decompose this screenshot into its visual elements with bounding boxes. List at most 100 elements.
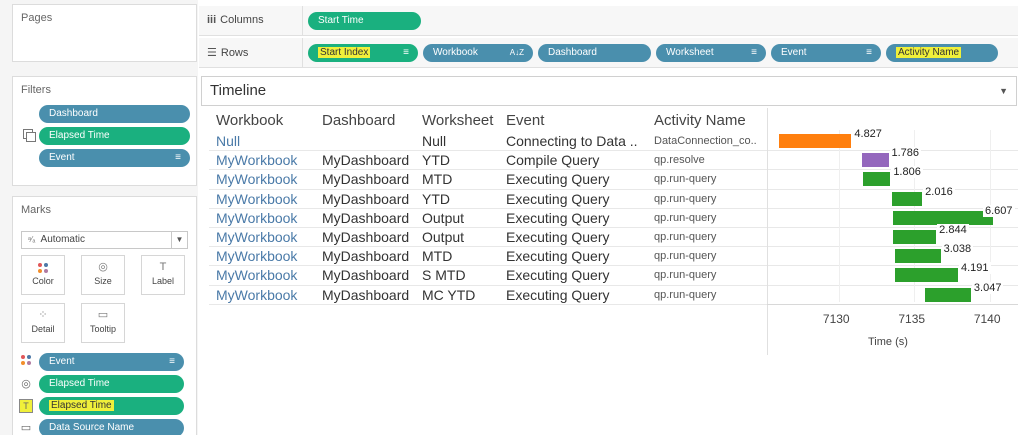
gantt-bar[interactable] xyxy=(924,287,971,302)
gantt-bar[interactable] xyxy=(863,172,891,187)
marks-pill-label: Data Source Name xyxy=(49,422,135,433)
color-button[interactable]: Color xyxy=(21,255,65,295)
viz-view: Timeline ▼ Workbook Dashboard Worksheet … xyxy=(199,74,1018,435)
gantt-bar[interactable] xyxy=(891,191,923,206)
cell-worksheet[interactable]: Null xyxy=(422,133,504,149)
header-worksheet[interactable]: Worksheet xyxy=(422,112,493,129)
cell-dashboard[interactable]: MyDashboard xyxy=(322,248,420,264)
columns-shelf[interactable]: iii Columns Start Time xyxy=(199,6,1018,36)
cell-activity-name[interactable]: qp.run-query xyxy=(654,250,766,262)
cell-worksheet[interactable]: Output xyxy=(422,229,504,245)
cell-workbook[interactable]: MyWorkbook xyxy=(216,152,320,168)
cell-workbook[interactable]: MyWorkbook xyxy=(216,248,320,264)
cell-worksheet[interactable]: MC YTD xyxy=(422,287,504,303)
marks-pill-event[interactable]: Event ≡ xyxy=(39,353,184,371)
cell-worksheet[interactable]: Output xyxy=(422,210,504,226)
cell-worksheet[interactable]: YTD xyxy=(422,152,504,168)
cell-worksheet[interactable]: YTD xyxy=(422,191,504,207)
rows-label-text: Rows xyxy=(220,47,249,59)
rows-pill-workbook[interactable]: Workbook A↓Z xyxy=(423,44,533,62)
cell-worksheet[interactable]: S MTD xyxy=(422,267,504,283)
detail-button[interactable]: ⁘ Detail xyxy=(21,303,65,343)
rows-pill-activity-name[interactable]: Activity Name xyxy=(886,44,998,62)
tooltip-button[interactable]: ▭ Tooltip xyxy=(81,303,125,343)
x-axis-line xyxy=(767,304,1018,305)
bar-value-label: 2.844 xyxy=(937,224,969,236)
sort-icon: ≡ xyxy=(403,47,409,58)
cell-event[interactable]: Executing Query xyxy=(506,229,652,245)
cell-event[interactable]: Executing Query xyxy=(506,210,652,226)
rows-shelf[interactable]: ☰ Rows Start Index ≡ Workbook A↓Z Dashboa… xyxy=(199,38,1018,68)
cell-dashboard[interactable]: MyDashboard xyxy=(322,229,420,245)
gantt-bar[interactable] xyxy=(894,268,958,283)
filter-pill-dashboard[interactable]: Dashboard xyxy=(39,105,190,123)
viz-title-bar[interactable]: Timeline ▼ xyxy=(201,76,1017,106)
cell-workbook[interactable]: MyWorkbook xyxy=(216,191,320,207)
cell-workbook[interactable]: Null xyxy=(216,133,320,149)
marks-pill-elapsed-time-size[interactable]: Elapsed Time xyxy=(39,375,184,393)
cell-dashboard[interactable]: MyDashboard xyxy=(322,152,420,168)
cell-activity-name[interactable]: qp.run-query xyxy=(654,269,766,281)
label-button[interactable]: T Label xyxy=(141,255,185,295)
cell-dashboard[interactable]: MyDashboard xyxy=(322,287,420,303)
rows-pill-start-index[interactable]: Start Index ≡ xyxy=(308,44,418,62)
sort-az-icon: A↓Z xyxy=(509,48,524,57)
cell-workbook[interactable]: MyWorkbook xyxy=(216,287,320,303)
marks-pill-elapsed-time-label[interactable]: Elapsed Time xyxy=(39,397,184,415)
cell-dashboard[interactable]: MyDashboard xyxy=(322,191,420,207)
filter-pill-event[interactable]: Event ≡ xyxy=(39,149,190,167)
filter-pill-elapsed-time[interactable]: Elapsed Time xyxy=(39,127,190,145)
rows-pill-dashboard[interactable]: Dashboard xyxy=(538,44,651,62)
cell-event[interactable]: Executing Query xyxy=(506,267,652,283)
cell-activity-name[interactable]: DataConnection_co.. xyxy=(654,135,766,147)
filters-card[interactable]: Filters Dashboard Elapsed Time Event ≡ xyxy=(12,76,197,186)
shelf-divider xyxy=(302,38,303,68)
cell-activity-name[interactable]: qp.resolve xyxy=(654,154,766,166)
columns-label-text: Columns xyxy=(220,14,264,26)
chevron-down-icon[interactable]: ▼ xyxy=(999,77,1008,105)
cell-dashboard[interactable]: MyDashboard xyxy=(322,171,420,187)
columns-pill-start-time[interactable]: Start Time xyxy=(308,12,421,30)
cell-dashboard[interactable]: MyDashboard xyxy=(322,267,420,283)
cell-workbook[interactable]: MyWorkbook xyxy=(216,210,320,226)
gantt-bar[interactable] xyxy=(861,153,889,168)
x-axis-title: Time (s) xyxy=(868,336,908,348)
size-button-label: Size xyxy=(94,276,112,286)
cell-worksheet[interactable]: MTD xyxy=(422,248,504,264)
cell-workbook[interactable]: MyWorkbook xyxy=(216,171,320,187)
pages-card[interactable]: Pages xyxy=(12,4,197,62)
gantt-bar[interactable] xyxy=(893,210,993,225)
cell-activity-name[interactable]: qp.run-query xyxy=(654,173,766,185)
cell-workbook[interactable]: MyWorkbook xyxy=(216,267,320,283)
gantt-bar[interactable] xyxy=(894,249,941,264)
header-event[interactable]: Event xyxy=(506,112,544,129)
cell-workbook[interactable]: MyWorkbook xyxy=(216,229,320,245)
gantt-bar[interactable] xyxy=(893,230,937,244)
shelf-divider xyxy=(302,6,303,36)
marks-pill-data-source-name[interactable]: Data Source Name xyxy=(39,419,184,435)
bar-value-label: 4.827 xyxy=(852,128,884,140)
size-button[interactable]: ◎ Size xyxy=(81,255,125,295)
cell-event[interactable]: Connecting to Data .. xyxy=(506,133,652,149)
marks-card[interactable]: Marks ᵃ⁄ₐ Automatic ▼ Color ◎ Size T Lab… xyxy=(12,196,197,435)
header-dashboard[interactable]: Dashboard xyxy=(322,112,395,129)
cell-activity-name[interactable]: qp.run-query xyxy=(654,212,766,224)
mark-type-select[interactable]: ᵃ⁄ₐ Automatic ▼ xyxy=(21,231,188,249)
cell-event[interactable]: Executing Query xyxy=(506,171,652,187)
tooltip-icon: ▭ xyxy=(97,309,109,321)
bar-value-label: 4.191 xyxy=(959,262,991,275)
cell-dashboard[interactable]: MyDashboard xyxy=(322,210,420,226)
header-workbook[interactable]: Workbook xyxy=(216,112,283,129)
rows-pill-worksheet[interactable]: Worksheet ≡ xyxy=(656,44,766,62)
cell-activity-name[interactable]: qp.run-query xyxy=(654,193,766,205)
cell-activity-name[interactable]: qp.run-query xyxy=(654,289,766,301)
rows-pill-event[interactable]: Event ≡ xyxy=(771,44,881,62)
cell-event[interactable]: Executing Query xyxy=(506,287,652,303)
cell-activity-name[interactable]: qp.run-query xyxy=(654,231,766,243)
cell-event[interactable]: Compile Query xyxy=(506,152,652,168)
cell-event[interactable]: Executing Query xyxy=(506,191,652,207)
header-activity-name[interactable]: Activity Name xyxy=(654,112,746,129)
gantt-bar[interactable] xyxy=(778,134,852,148)
cell-event[interactable]: Executing Query xyxy=(506,248,652,264)
cell-worksheet[interactable]: MTD xyxy=(422,171,504,187)
